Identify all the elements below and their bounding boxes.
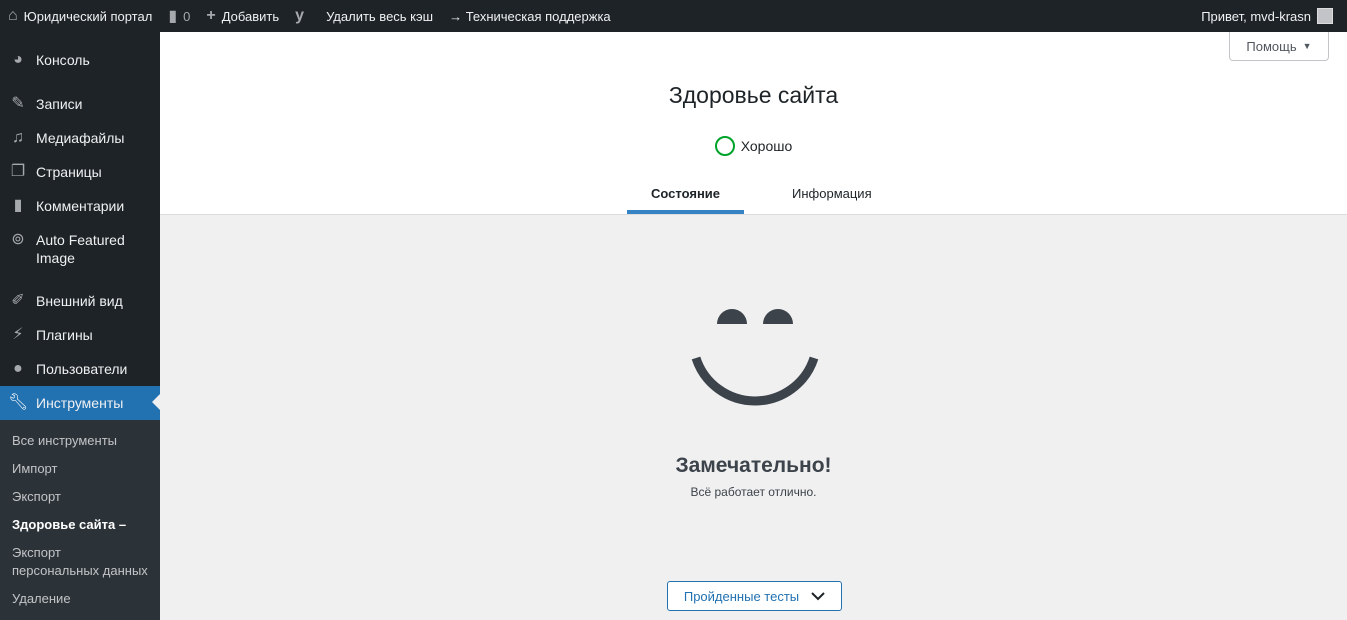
admin-sidebar: ◕ Консоль ✎ Записи ♫ Медиафайлы ❐ Страницы ▮… xyxy=(0,32,160,620)
menu-label: Страницы xyxy=(36,164,102,180)
home-icon: ⌂ xyxy=(8,7,18,24)
caret-down-icon: ▼ xyxy=(1302,41,1312,51)
menu-label: Внешний вид xyxy=(36,293,123,309)
page-title: Здоровье сайта xyxy=(668,82,839,108)
site-health-header: Помощь ▼ Здоровье сайта Хорошо Состояние … xyxy=(160,32,1347,215)
submenu-export-personal-data[interactable]: Экспорт персональных данных xyxy=(0,539,160,585)
image-search-icon: ⊚ xyxy=(11,231,25,248)
passed-tests-label: Пройденные тесты xyxy=(683,588,800,604)
menu-dashboard[interactable]: ◕ Консоль xyxy=(0,42,160,78)
comments-link[interactable]: ▮ 0 xyxy=(160,0,198,32)
comments-count: 0 xyxy=(183,8,191,24)
media-icon: ♫ xyxy=(12,129,24,146)
menu-auto-featured-image[interactable]: ⊚ Auto Featured Image xyxy=(0,223,160,275)
menu-posts[interactable]: ✎ Записи xyxy=(0,87,160,121)
main-content: Замечательно! Всё работает отлично. Прой… xyxy=(160,216,1347,619)
yoast-link[interactable]: y xyxy=(287,0,312,32)
greeting: Привет, mvd-krasn xyxy=(1201,8,1311,24)
menu-tools[interactable]: 🔧︎ Инструменты xyxy=(0,386,160,420)
tab-info[interactable]: Информация xyxy=(744,172,896,214)
dashboard-icon: ◕ xyxy=(13,51,23,68)
menu-label: Пользователи xyxy=(36,361,128,377)
avatar xyxy=(1317,8,1333,24)
health-status: Хорошо xyxy=(160,136,1347,156)
plugin-icon: ⚡ xyxy=(12,326,24,343)
status-label: Хорошо xyxy=(740,138,793,154)
menu-label: Консоль xyxy=(36,52,90,68)
yoast-icon: y xyxy=(295,7,305,24)
site-link[interactable]: ⌂ Юридический портал xyxy=(0,0,160,32)
tab-status[interactable]: Состояние xyxy=(627,172,745,214)
clear-cache-label: Удалить весь кэш xyxy=(326,8,434,24)
chevron-down-icon xyxy=(811,591,825,600)
menu-comments[interactable]: ▮ Комментарии xyxy=(0,189,160,223)
clear-cache-link[interactable]: Удалить весь кэш xyxy=(318,0,441,32)
menu-media[interactable]: ♫ Медиафайлы xyxy=(0,121,160,155)
result-headline: Замечательно! xyxy=(675,454,832,477)
support-label: → Техническая поддержка xyxy=(449,8,611,24)
pin-icon: ✎ xyxy=(11,95,25,112)
menu-users[interactable]: ● Пользователи xyxy=(0,352,160,386)
submenu-export[interactable]: Экспорт xyxy=(0,483,160,511)
menu-plugins[interactable]: ⚡ Плагины xyxy=(0,318,160,352)
submenu-erase[interactable]: Удаление xyxy=(0,585,160,613)
menu-label: Инструменты xyxy=(36,395,124,411)
menu-pages[interactable]: ❐ Страницы xyxy=(0,155,160,189)
menu-label: Записи xyxy=(36,96,83,112)
help-label: Помощь xyxy=(1246,38,1297,54)
tabs: Состояние Информация xyxy=(627,172,896,214)
user-icon: ● xyxy=(13,360,23,377)
add-new-link[interactable]: + Добавить xyxy=(198,0,287,32)
submenu-import[interactable]: Импорт xyxy=(0,455,160,483)
menu-label: Auto Featured Image xyxy=(36,232,125,266)
passed-tests-button[interactable]: Пройденные тесты xyxy=(667,581,842,611)
menu-label: Медиафайлы xyxy=(36,130,125,146)
smiley-icon xyxy=(691,309,819,406)
comment-icon: ▮ xyxy=(168,8,178,25)
plus-icon: + xyxy=(206,7,216,24)
pages-icon: ❐ xyxy=(10,163,26,180)
admin-bar: ⌂ Юридический портал ▮ 0 + Добавить y Удали… xyxy=(0,0,1347,32)
add-label: Добавить xyxy=(221,8,280,24)
wrench-icon: 🔧︎ xyxy=(8,394,29,411)
menu-appearance[interactable]: ✐ Внешний вид xyxy=(0,284,160,318)
menu-label: Комментарии xyxy=(36,198,125,214)
site-name: Юридический портал xyxy=(23,8,153,24)
submenu-site-health[interactable]: Здоровье сайта – xyxy=(0,511,160,539)
account-menu[interactable]: Привет, mvd-krasn xyxy=(1193,0,1341,32)
help-button[interactable]: Помощь ▼ xyxy=(1229,32,1329,61)
result-subtext: Всё работает отлично. xyxy=(690,485,817,499)
comment-icon: ▮ xyxy=(13,197,23,214)
brush-icon: ✐ xyxy=(11,292,25,309)
support-link[interactable]: → Техническая поддержка xyxy=(441,0,619,32)
menu-label: Плагины xyxy=(36,327,93,343)
status-ring-icon xyxy=(714,136,735,156)
tools-submenu: Все инструменты Импорт Экспорт Здоровье … xyxy=(0,420,160,620)
submenu-all-tools[interactable]: Все инструменты xyxy=(0,427,160,455)
